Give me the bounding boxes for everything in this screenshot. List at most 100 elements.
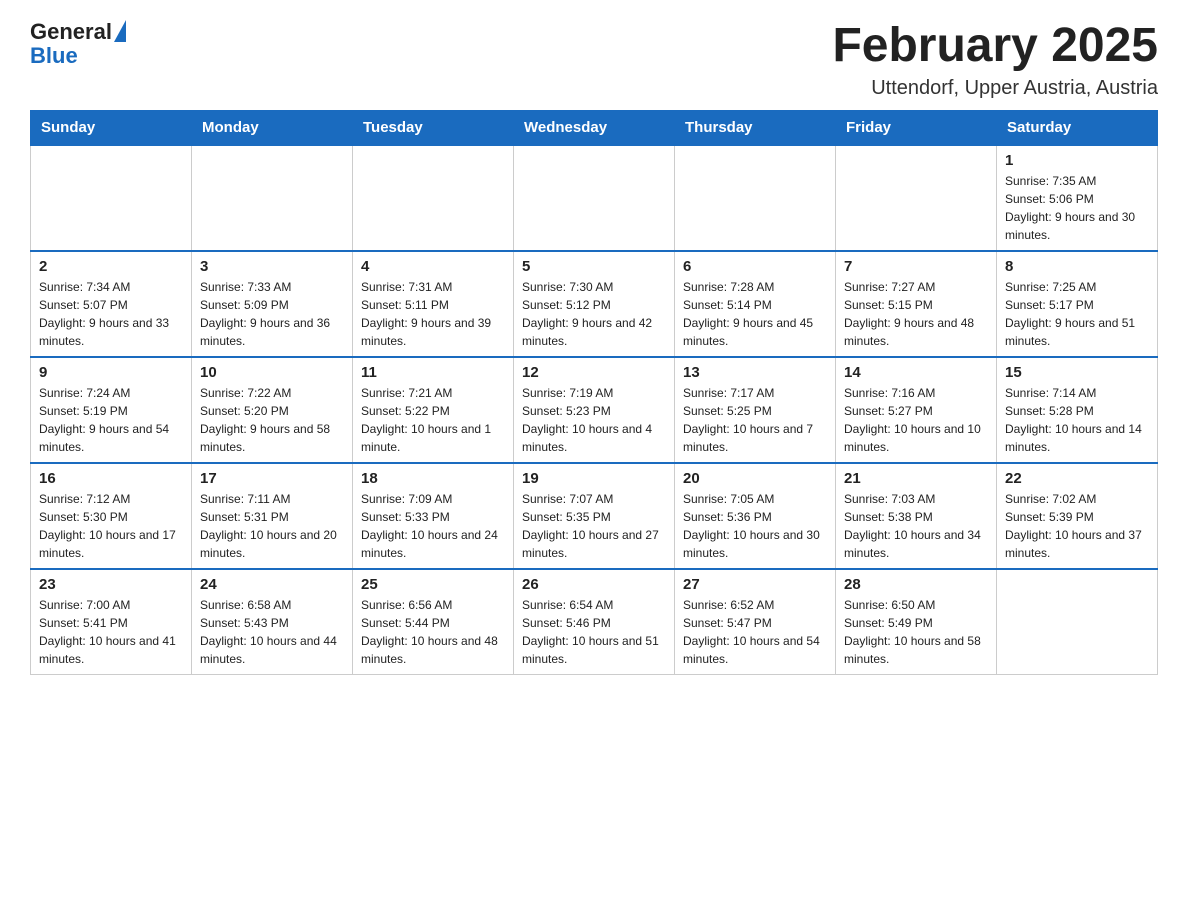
day-info: Sunrise: 7:22 AMSunset: 5:20 PMDaylight:… [200,384,344,456]
day-number: 12 [522,364,666,381]
calendar-day-cell: 1Sunrise: 7:35 AMSunset: 5:06 PMDaylight… [997,145,1158,251]
calendar-day-cell: 12Sunrise: 7:19 AMSunset: 5:23 PMDayligh… [514,357,675,463]
day-info: Sunrise: 7:16 AMSunset: 5:27 PMDaylight:… [844,384,988,456]
day-info: Sunrise: 7:17 AMSunset: 5:25 PMDaylight:… [683,384,827,456]
day-number: 1 [1005,152,1149,169]
calendar-day-cell: 7 Sunrise: 7:27 AMSunset: 5:15 PMDaylight… [836,251,997,357]
day-number: 11 [361,364,505,381]
calendar-day-cell: 15Sunrise: 7:14 AMSunset: 5:28 PMDayligh… [997,357,1158,463]
day-info: Sunrise: 6:50 AMSunset: 5:49 PMDaylight:… [844,596,988,668]
day-number: 10 [200,364,344,381]
day-info: Sunrise: 7:11 AMSunset: 5:31 PMDaylight:… [200,490,344,562]
month-title: February 2025 [832,20,1158,73]
day-info: Sunrise: 7:05 AMSunset: 5:36 PMDaylight:… [683,490,827,562]
calendar-day-cell [31,145,192,251]
weekday-header-tuesday: Tuesday [353,110,514,145]
day-number: 24 [200,576,344,593]
calendar-day-cell: 8 Sunrise: 7:25 AMSunset: 5:17 PMDaylight… [997,251,1158,357]
day-info: Sunrise: 6:52 AMSunset: 5:47 PMDaylight:… [683,596,827,668]
calendar-day-cell: 17Sunrise: 7:11 AMSunset: 5:31 PMDayligh… [192,463,353,569]
weekday-header-saturday: Saturday [997,110,1158,145]
calendar-header: SundayMondayTuesdayWednesdayThursdayFrid… [31,110,1158,145]
day-info: Sunrise: 7:33 AMSunset: 5:09 PMDaylight:… [200,278,344,350]
calendar-table: SundayMondayTuesdayWednesdayThursdayFrid… [30,110,1158,675]
day-info: Sunrise: 7:30 AMSunset: 5:12 PMDaylight:… [522,278,666,350]
day-info: Sunrise: 7:27 AMSunset: 5:15 PMDaylight:… [844,278,988,350]
day-number: 16 [39,470,183,487]
page-header: General Blue February 2025 Uttendorf, Up… [30,20,1158,100]
day-info: Sunrise: 7:07 AMSunset: 5:35 PMDaylight:… [522,490,666,562]
calendar-day-cell: 19 Sunrise: 7:07 AMSunset: 5:35 PMDayligh… [514,463,675,569]
calendar-day-cell [514,145,675,251]
calendar-week-row: 23Sunrise: 7:00 AMSunset: 5:41 PMDayligh… [31,569,1158,675]
day-info: Sunrise: 7:25 AMSunset: 5:17 PMDaylight:… [1005,278,1149,350]
weekday-header-wednesday: Wednesday [514,110,675,145]
calendar-body: 1Sunrise: 7:35 AMSunset: 5:06 PMDaylight… [31,145,1158,675]
day-number: 27 [683,576,827,593]
day-info: Sunrise: 6:56 AMSunset: 5:44 PMDaylight:… [361,596,505,668]
calendar-day-cell [836,145,997,251]
location-subtitle: Uttendorf, Upper Austria, Austria [832,77,1158,100]
day-number: 3 [200,258,344,275]
day-number: 22 [1005,470,1149,487]
day-info: Sunrise: 6:54 AMSunset: 5:46 PMDaylight:… [522,596,666,668]
calendar-week-row: 9 Sunrise: 7:24 AMSunset: 5:19 PMDaylight… [31,357,1158,463]
calendar-day-cell: 24 Sunrise: 6:58 AMSunset: 5:43 PMDayligh… [192,569,353,675]
calendar-day-cell: 16 Sunrise: 7:12 AMSunset: 5:30 PMDayligh… [31,463,192,569]
calendar-day-cell: 2 Sunrise: 7:34 AMSunset: 5:07 PMDaylight… [31,251,192,357]
calendar-day-cell: 6Sunrise: 7:28 AMSunset: 5:14 PMDaylight… [675,251,836,357]
logo-general-text: General [30,20,112,44]
day-number: 25 [361,576,505,593]
day-number: 6 [683,258,827,275]
logo-triangle-icon [114,20,126,42]
calendar-day-cell: 13Sunrise: 7:17 AMSunset: 5:25 PMDayligh… [675,357,836,463]
calendar-week-row: 2 Sunrise: 7:34 AMSunset: 5:07 PMDaylight… [31,251,1158,357]
calendar-day-cell: 10 Sunrise: 7:22 AMSunset: 5:20 PMDayligh… [192,357,353,463]
calendar-day-cell: 20 Sunrise: 7:05 AMSunset: 5:36 PMDayligh… [675,463,836,569]
calendar-day-cell: 28 Sunrise: 6:50 AMSunset: 5:49 PMDayligh… [836,569,997,675]
day-info: Sunrise: 7:24 AMSunset: 5:19 PMDaylight:… [39,384,183,456]
calendar-day-cell: 11 Sunrise: 7:21 AMSunset: 5:22 PMDayligh… [353,357,514,463]
calendar-day-cell: 4 Sunrise: 7:31 AMSunset: 5:11 PMDaylight… [353,251,514,357]
day-number: 7 [844,258,988,275]
calendar-day-cell: 22 Sunrise: 7:02 AMSunset: 5:39 PMDayligh… [997,463,1158,569]
day-info: Sunrise: 6:58 AMSunset: 5:43 PMDaylight:… [200,596,344,668]
weekday-header-row: SundayMondayTuesdayWednesdayThursdayFrid… [31,110,1158,145]
logo-blue-text: Blue [30,44,126,68]
calendar-day-cell: 26Sunrise: 6:54 AMSunset: 5:46 PMDayligh… [514,569,675,675]
day-info: Sunrise: 7:21 AMSunset: 5:22 PMDaylight:… [361,384,505,456]
day-number: 18 [361,470,505,487]
day-number: 5 [522,258,666,275]
day-number: 2 [39,258,183,275]
weekday-header-friday: Friday [836,110,997,145]
day-number: 21 [844,470,988,487]
day-number: 19 [522,470,666,487]
day-number: 8 [1005,258,1149,275]
day-number: 4 [361,258,505,275]
day-info: Sunrise: 7:09 AMSunset: 5:33 PMDaylight:… [361,490,505,562]
calendar-day-cell: 14 Sunrise: 7:16 AMSunset: 5:27 PMDayligh… [836,357,997,463]
day-info: Sunrise: 7:31 AMSunset: 5:11 PMDaylight:… [361,278,505,350]
calendar-day-cell: 3 Sunrise: 7:33 AMSunset: 5:09 PMDaylight… [192,251,353,357]
day-number: 28 [844,576,988,593]
logo: General Blue [30,20,126,68]
weekday-header-monday: Monday [192,110,353,145]
weekday-header-thursday: Thursday [675,110,836,145]
calendar-day-cell: 23Sunrise: 7:00 AMSunset: 5:41 PMDayligh… [31,569,192,675]
calendar-day-cell: 25 Sunrise: 6:56 AMSunset: 5:44 PMDayligh… [353,569,514,675]
day-number: 14 [844,364,988,381]
day-info: Sunrise: 7:03 AMSunset: 5:38 PMDaylight:… [844,490,988,562]
calendar-day-cell [192,145,353,251]
day-number: 9 [39,364,183,381]
calendar-day-cell: 21 Sunrise: 7:03 AMSunset: 5:38 PMDayligh… [836,463,997,569]
calendar-day-cell [353,145,514,251]
day-number: 20 [683,470,827,487]
calendar-day-cell: 27 Sunrise: 6:52 AMSunset: 5:47 PMDayligh… [675,569,836,675]
day-number: 15 [1005,364,1149,381]
day-info: Sunrise: 7:02 AMSunset: 5:39 PMDaylight:… [1005,490,1149,562]
day-info: Sunrise: 7:00 AMSunset: 5:41 PMDaylight:… [39,596,183,668]
weekday-header-sunday: Sunday [31,110,192,145]
title-area: February 2025 Uttendorf, Upper Austria, … [832,20,1158,100]
day-info: Sunrise: 7:34 AMSunset: 5:07 PMDaylight:… [39,278,183,350]
day-info: Sunrise: 7:12 AMSunset: 5:30 PMDaylight:… [39,490,183,562]
